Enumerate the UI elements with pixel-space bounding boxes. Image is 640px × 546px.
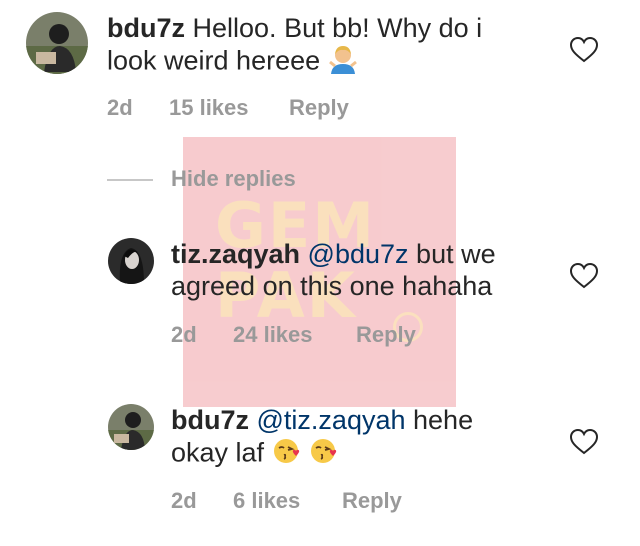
comment-body: look weird hereee [107,45,321,76]
comment-body: hehe [413,405,474,435]
likes-count[interactable]: 6 likes [233,488,300,514]
mention-link[interactable]: @tiz.zaqyah [257,405,406,435]
username[interactable]: bdu7z [171,405,249,435]
likes-count[interactable]: 24 likes [233,322,313,348]
comment-time: 2d [171,488,197,513]
man-shrugging-emoji [328,44,358,81]
thread-divider [107,179,153,181]
username[interactable]: tiz.zaqyah [171,239,300,269]
comment-text-line2: agreed on this one hahaha [171,270,492,302]
avatar[interactable] [108,238,154,284]
comment-text-line2: okay laf [171,436,339,473]
reply-button[interactable]: Reply [342,488,402,514]
avatar[interactable] [108,404,154,450]
comment-text: tiz.zaqyah @bdu7z but we [171,238,496,270]
reply-button[interactable]: Reply [356,322,416,348]
comment-text: bdu7z Helloo. But bb! Why do i [107,12,482,44]
like-heart-icon[interactable] [569,36,599,64]
likes-count[interactable]: 15 likes [169,95,249,121]
mention-link[interactable]: @bdu7z [308,239,409,269]
comment-body: okay laf [171,437,265,468]
comment-body: but we [416,239,496,269]
like-heart-icon[interactable] [569,262,599,290]
reply-button[interactable]: Reply [289,95,349,121]
hide-replies-button[interactable]: Hide replies [171,166,296,192]
comment-time: 2d [107,95,133,120]
comment-body: Helloo. But bb! Why do i [192,13,483,43]
comment-time: 2d [171,322,197,347]
kissing-heart-emoji [272,436,302,473]
comment-text-line2: look weird hereee [107,44,358,81]
comment-text: bdu7z @tiz.zaqyah hehe [171,404,473,436]
comment-body: agreed on this one hahaha [171,271,493,301]
username[interactable]: bdu7z [107,13,185,43]
like-heart-icon[interactable] [569,428,599,456]
kissing-heart-emoji [309,436,339,473]
avatar[interactable] [26,12,88,74]
